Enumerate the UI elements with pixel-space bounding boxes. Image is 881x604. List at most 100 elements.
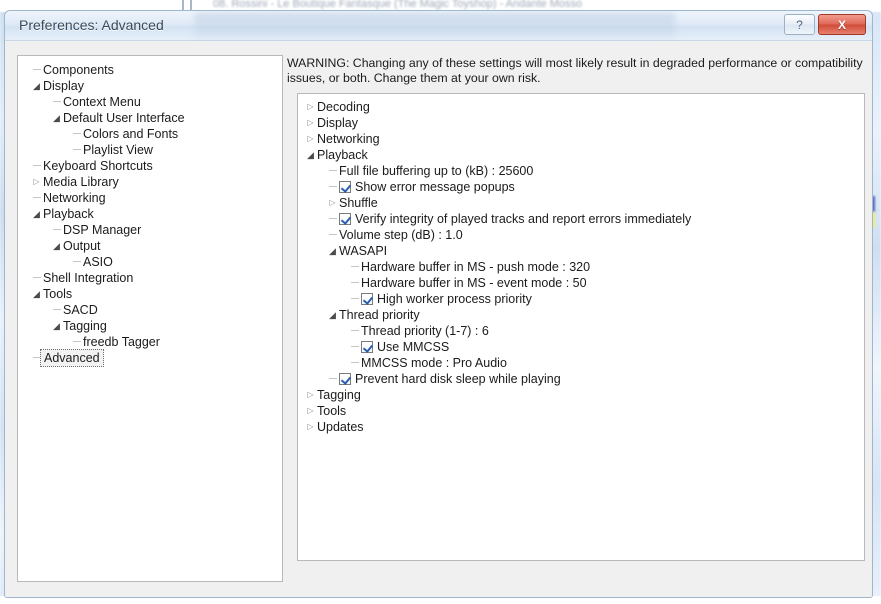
checkbox-checked[interactable] [339,213,351,225]
sidebar-item-media-library[interactable]: ▷ Media Library [18,174,282,190]
sidebar-item-playback[interactable]: ◢ Playback [18,206,282,222]
sidebar-item-label: Advanced [40,349,104,367]
chevron-right-icon: ▷ [33,177,40,186]
tree-leaf-icon: ─ [33,160,41,172]
checkbox-checked[interactable] [339,373,351,385]
tree-row[interactable]: ▷ Networking [298,131,864,147]
checkbox-checked[interactable] [361,293,373,305]
sidebar-item-label: Shell Integration [43,271,134,285]
sidebar-item-asio[interactable]: ─ ASIO [18,254,282,270]
sidebar-item-label: Media Library [43,175,119,189]
tree-row-label: Thread priority [339,308,420,322]
sidebar-item-dsp-manager[interactable]: ─ DSP Manager [18,222,282,238]
sidebar-item-freedb-tagger[interactable]: ─ freedb Tagger [18,334,282,350]
tree-row[interactable]: ─ Thread priority (1-7) : 6 [298,323,864,339]
tree-row[interactable]: ─ Hardware buffer in MS - push mode : 320 [298,259,864,275]
sidebar-item-advanced[interactable]: ─ Advanced [18,349,282,367]
tree-row-label: Tools [317,404,347,418]
tree-leaf-icon: ─ [351,325,359,337]
sidebar-item-label: ASIO [83,255,113,269]
advanced-settings-tree[interactable]: ▷ Decoding ▷ Display ▷ Networking ◢ Playback ─ Fu… [297,93,865,561]
chevron-right-icon: ▷ [307,102,314,111]
sidebar-item-shell-integration[interactable]: ─ Shell Integration [18,270,282,286]
sidebar-item-label: Keyboard Shortcuts [43,159,153,173]
tree-row[interactable]: ◢ Thread priority [298,307,864,323]
warning-message: WARNING: Changing any of these settings … [287,56,863,85]
sidebar-item-output[interactable]: ◢ Output [18,238,282,254]
sidebar-item-label: Networking [43,191,106,205]
chevron-right-icon: ▷ [307,406,314,415]
sidebar-item-context-menu[interactable]: ─ Context Menu [18,94,282,110]
tree-leaf-icon: ─ [351,357,359,369]
sidebar-item-playlist-view[interactable]: ─ Playlist View [18,142,282,158]
chevron-down-icon: ◢ [53,321,60,331]
tree-leaf-icon: ─ [53,224,61,236]
tree-row[interactable]: ─ Volume step (dB) : 1.0 [298,227,864,243]
tree-row-label: Updates [317,420,364,434]
chevron-down-icon: ◢ [33,209,40,219]
dialog-body: ─ Components ◢ Display ─ Context Menu ◢ Default… [5,41,872,597]
tree-leaf-icon: ─ [33,272,41,284]
sidebar-item-label: Display [43,79,84,93]
tree-row-label: Shuffle [339,196,378,210]
tree-leaf-icon: ─ [33,192,41,204]
tree-leaf-icon: ─ [329,181,337,193]
preferences-category-tree[interactable]: ─ Components ◢ Display ─ Context Menu ◢ Default… [17,55,283,582]
tree-row[interactable]: ▷ Shuffle [298,195,864,211]
checkbox-checked[interactable] [339,181,351,193]
sidebar-item-label: Output [63,239,101,253]
tree-leaf-icon: ─ [73,128,81,140]
tree-row-label: Thread priority (1-7) : 6 [361,324,489,338]
tree-leaf-icon: ─ [351,293,359,305]
tree-row[interactable]: ─ Full file buffering up to (kB) : 25600 [298,163,864,179]
tree-row-label: MMCSS mode : Pro Audio [361,356,507,370]
sidebar-item-default-user-interface[interactable]: ◢ Default User Interface [18,110,282,126]
help-icon[interactable]: ? [784,14,815,35]
close-icon[interactable]: X [818,14,866,35]
sidebar-item-networking[interactable]: ─ Networking [18,190,282,206]
tree-row[interactable]: ▷ Updates [298,419,864,435]
tree-row[interactable]: ▷ Display [298,115,864,131]
tree-row-label: WASAPI [339,244,388,258]
sidebar-item-label: Tools [43,287,73,301]
tree-row-label: Verify integrity of played tracks and re… [355,212,692,226]
sidebar-item-colors-and-fonts[interactable]: ─ Colors and Fonts [18,126,282,142]
sidebar-item-display[interactable]: ◢ Display [18,78,282,94]
sidebar-item-tagging[interactable]: ◢ Tagging [18,318,282,334]
tree-row[interactable]: ─ MMCSS mode : Pro Audio [298,355,864,371]
tree-row-label: Tagging [317,388,361,402]
tree-leaf-icon: ─ [329,165,337,177]
title-bar[interactable]: Preferences: Advanced ? X [5,11,872,41]
sidebar-item-components[interactable]: ─ Components [18,62,282,78]
tree-row-label: High worker process priority [377,292,532,306]
chevron-right-icon: ▷ [329,198,336,207]
sidebar-item-label: Tagging [63,319,107,333]
tree-row[interactable]: ─ Hardware buffer in MS - event mode : 50 [298,275,864,291]
tree-leaf-icon: ─ [53,96,61,108]
tree-row[interactable]: ─ Use MMCSS [298,339,864,355]
tree-leaf-icon: ─ [73,336,81,348]
tree-row[interactable]: ◢ WASAPI [298,243,864,259]
sidebar-item-label: Context Menu [63,95,141,109]
sidebar-item-sacd[interactable]: ─ SACD [18,302,282,318]
tree-row[interactable]: ─ Verify integrity of played tracks and r… [298,211,864,227]
sidebar-item-tools[interactable]: ◢ Tools [18,286,282,302]
tree-row[interactable]: ─ High worker process priority [298,291,864,307]
tree-leaf-icon: ─ [351,341,359,353]
tree-row[interactable]: ▷ Decoding [298,99,864,115]
tree-row-label: Networking [317,132,380,146]
tree-row[interactable]: ─ Show error message popups [298,179,864,195]
checkbox-checked[interactable] [361,341,373,353]
title-bar-glass [195,13,675,39]
tree-row[interactable]: ◢ Playback [298,147,864,163]
tree-leaf-icon: ─ [351,261,359,273]
tree-row[interactable]: ▷ Tagging [298,387,864,403]
tree-row-label: Playback [317,148,368,162]
tree-row[interactable]: ─ Prevent hard disk sleep while playing [298,371,864,387]
tree-row[interactable]: ▷ Tools [298,403,864,419]
sidebar-item-label: Playback [43,207,94,221]
sidebar-item-keyboard-shortcuts[interactable]: ─ Keyboard Shortcuts [18,158,282,174]
tree-leaf-icon: ─ [329,229,337,241]
chevron-down-icon: ◢ [53,113,60,123]
sidebar-item-label: freedb Tagger [83,335,160,349]
